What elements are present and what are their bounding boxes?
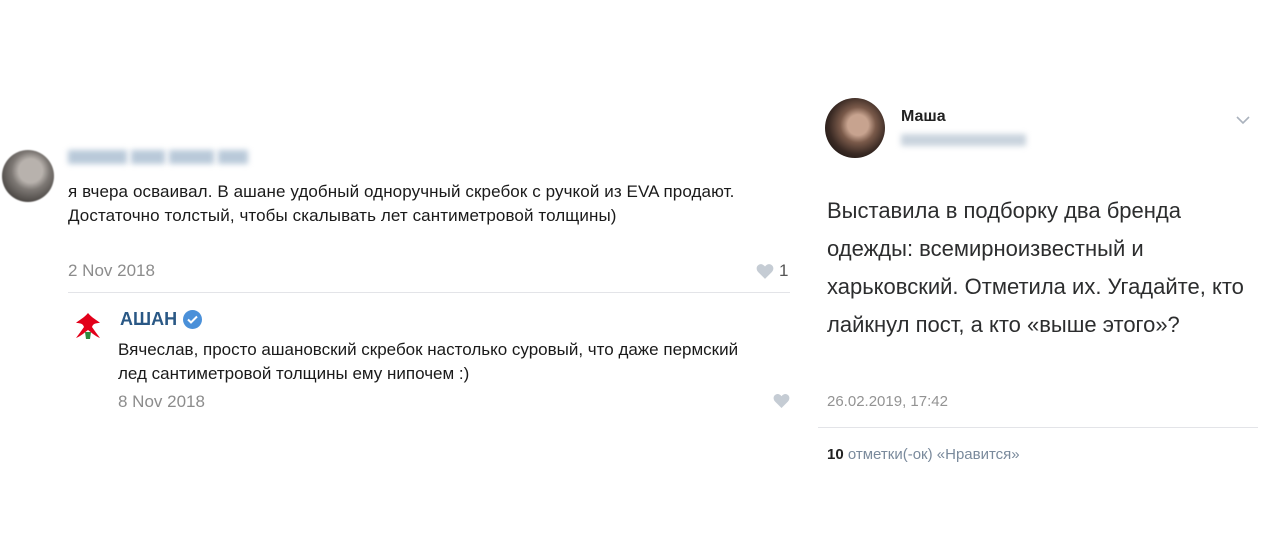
reply-date[interactable]: 8 Nov 2018 — [118, 392, 205, 412]
reply-text: Вячеслав, просто ашановский скребок наст… — [118, 340, 739, 383]
comment-date[interactable]: 2 Nov 2018 — [68, 261, 155, 281]
commenter-name-blurred[interactable] — [68, 150, 248, 166]
post-date[interactable]: 26.02.2019, 17:42 — [827, 393, 948, 410]
reply-like-button[interactable] — [773, 393, 790, 408]
post-text: Выставила в подборку два бренда одежды: … — [827, 198, 1244, 337]
reply-author[interactable]: АШАН — [120, 309, 203, 330]
post-author-avatar[interactable] — [825, 98, 885, 158]
heart-icon — [756, 263, 774, 279]
post-author-subtitle-blurred — [901, 134, 1026, 146]
divider — [818, 427, 1258, 428]
post-likes-label: отметки(-ок) «Нравится» — [847, 446, 1020, 463]
comment-like-count: 1 — [779, 261, 789, 280]
post-likes[interactable]: 10 отметки(-ок) «Нравится» — [827, 446, 1020, 463]
chevron-down-icon[interactable] — [1236, 112, 1250, 130]
post-likes-count: 10 — [827, 446, 844, 463]
reply-author-name: АШАН — [120, 309, 178, 329]
comment-text: я вчера осваивал. В ашане удобный однору… — [68, 182, 735, 225]
verified-badge-icon — [183, 310, 203, 329]
comment-like-button[interactable]: 1 — [756, 261, 788, 281]
post-author-name[interactable]: Маша — [901, 108, 946, 126]
auchan-logo[interactable] — [72, 310, 104, 342]
commenter-avatar[interactable] — [2, 150, 54, 202]
divider — [68, 292, 790, 293]
